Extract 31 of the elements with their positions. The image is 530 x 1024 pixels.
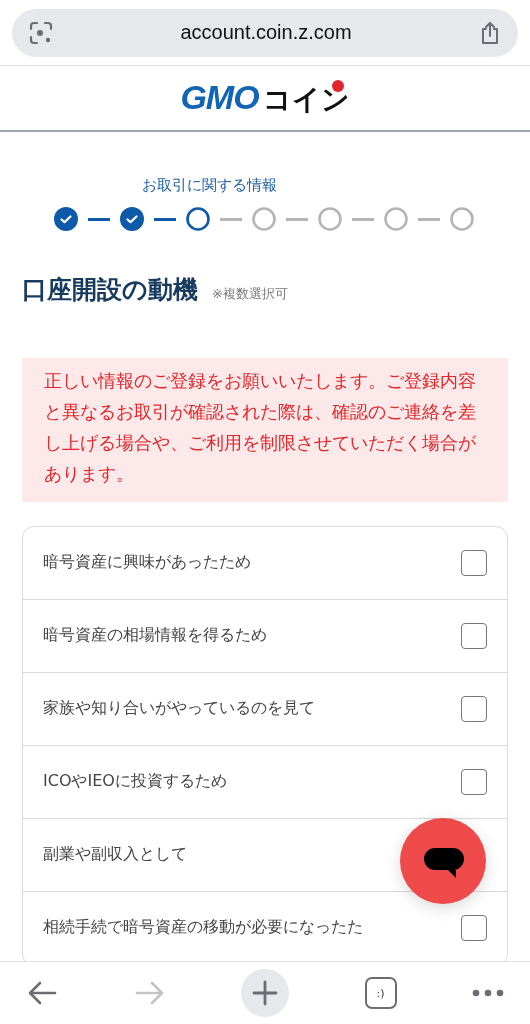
step-circle-icon <box>450 207 474 231</box>
checkbox[interactable] <box>461 695 487 722</box>
back-icon[interactable] <box>26 979 58 1007</box>
option-label[interactable]: ICOやIEOに投資するため <box>43 771 227 793</box>
checkbox[interactable] <box>461 622 487 649</box>
logo[interactable]: GMO コイン <box>180 77 350 119</box>
tabs-button[interactable]: :) <box>364 977 397 1009</box>
plus-icon <box>252 980 278 1006</box>
address-bar[interactable]: account.coin.z.com <box>12 8 518 57</box>
step-label: お取引に関する情報 <box>142 176 278 195</box>
camera-search-icon[interactable] <box>28 19 54 46</box>
option-label[interactable]: 暗号資産に興味があったため <box>43 552 251 574</box>
step-check-icon <box>54 207 78 231</box>
option-label[interactable]: 家族や知り合いがやっているのを見て <box>43 698 315 720</box>
step-circle-icon <box>384 207 408 231</box>
new-tab-button[interactable] <box>241 969 289 1017</box>
section-title: 口座開設の動機 <box>22 274 198 306</box>
step-circle-icon <box>252 207 276 231</box>
step-circle-icon <box>186 207 210 231</box>
more-icon[interactable] <box>472 988 504 998</box>
step-check-icon <box>120 207 144 231</box>
warning-message: 正しい情報のご登録をお願いいたします。ご登録内容と異なるお取引が確認された際は、確認のご連絡を差し上げる場合や、ご利用を制限させていただく場合があります。 <box>22 358 508 502</box>
checkbox[interactable] <box>461 549 487 576</box>
option-label[interactable]: 副業や副収入として <box>43 844 187 866</box>
checkbox[interactable] <box>461 914 487 941</box>
option-label[interactable]: 相続手続で暗号資産の移動が必要になったた <box>43 917 363 939</box>
section-note: ※複数選択可 <box>212 285 288 303</box>
option-label[interactable]: 暗号資産の相場情報を得るため <box>43 625 267 647</box>
checkbox[interactable] <box>461 768 487 795</box>
url-text: account.coin.z.com <box>180 21 352 44</box>
step-circle-icon <box>318 207 342 231</box>
